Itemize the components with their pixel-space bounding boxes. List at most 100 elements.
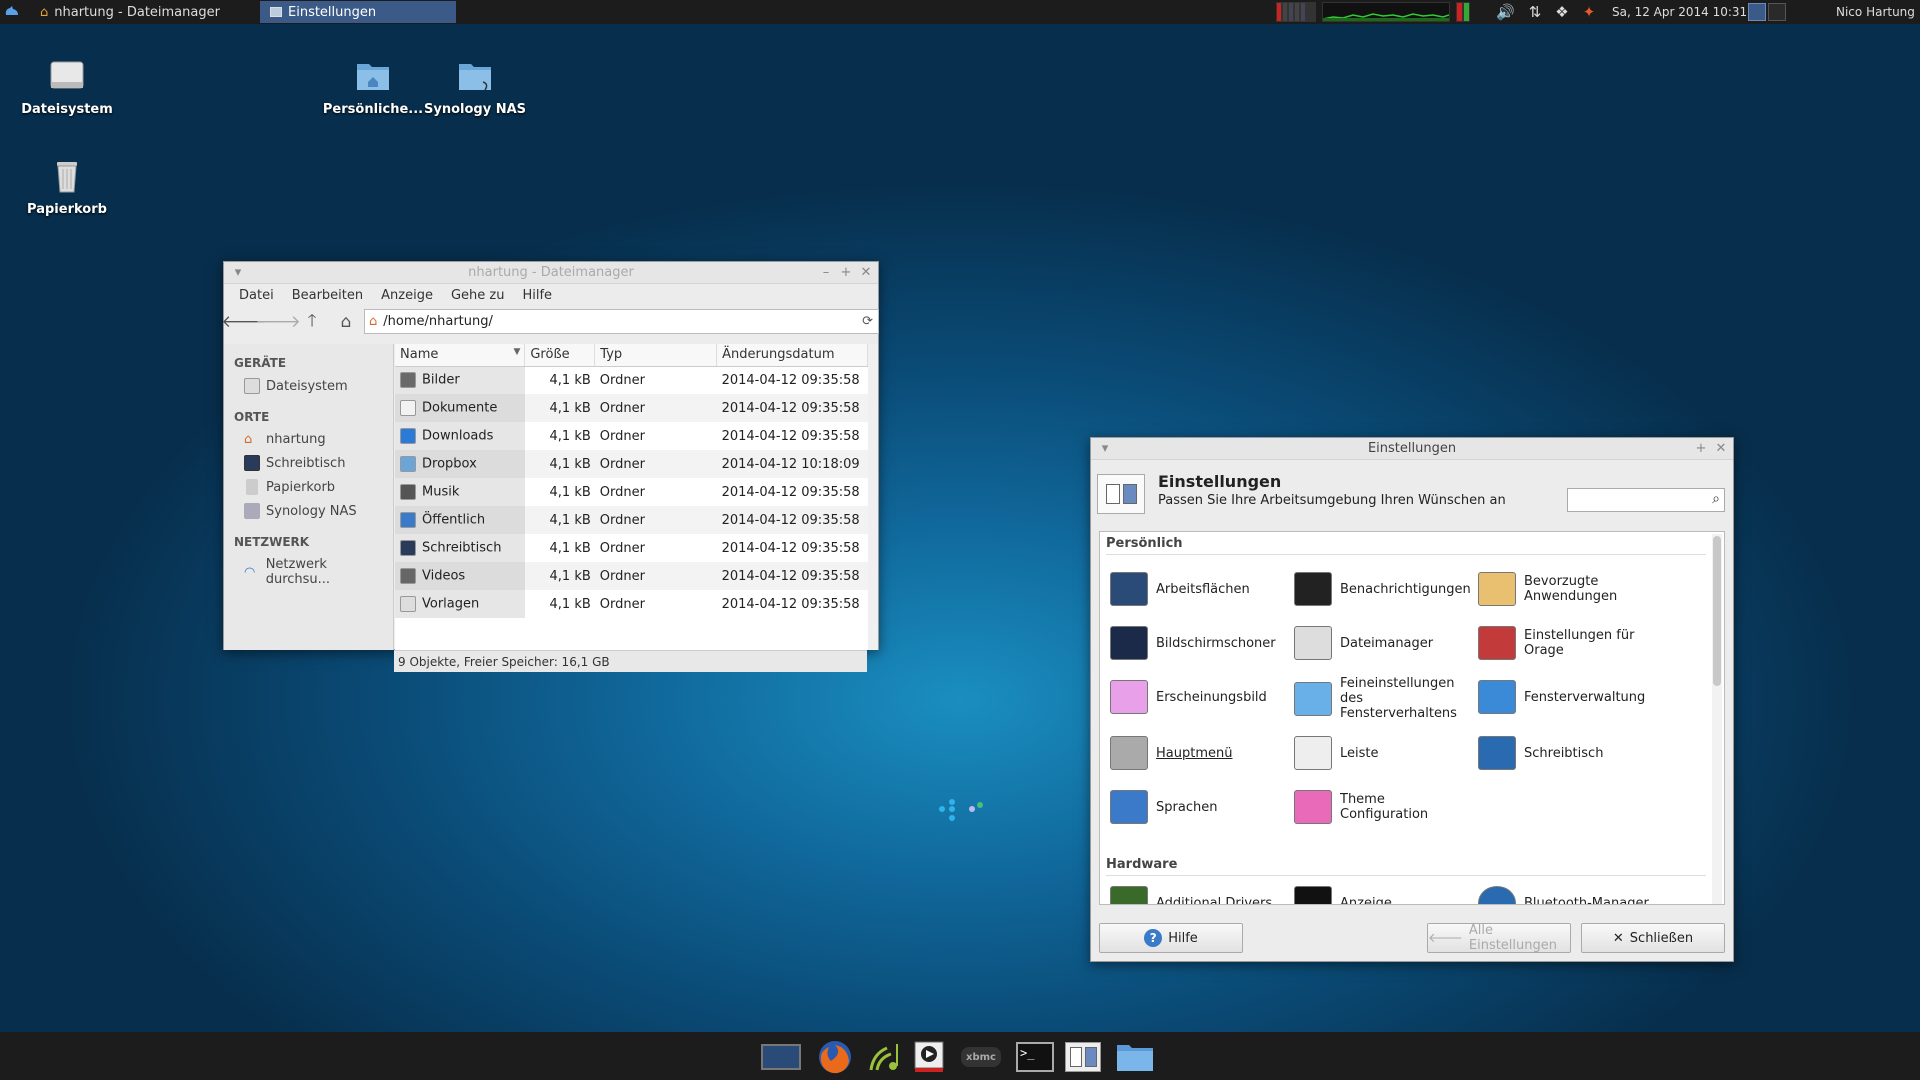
maximize-icon[interactable]: + — [838, 265, 854, 281]
workspace-1[interactable] — [1748, 3, 1766, 21]
column-header-type[interactable]: Typ — [594, 344, 718, 367]
settings-item-workspaces[interactable]: Arbeitsflächen — [1106, 568, 1286, 610]
back-arrow-icon[interactable]: 🡐 — [221, 310, 267, 334]
toolbar: 🡐 🡒 🡑 ⌂ ⌂ /home/nhartung/ ⟳ — [221, 306, 879, 338]
settings-item-label: Arbeitsflächen — [1156, 581, 1250, 597]
cpu-graph[interactable] — [1276, 2, 1316, 22]
media-player-icon[interactable] — [908, 1040, 950, 1074]
desktop-icon-synology[interactable]: Synology NAS — [420, 56, 530, 117]
home-icon[interactable]: ⌂ — [334, 310, 358, 334]
top-panel: ⌂ nhartung - Dateimanager Einstellungen … — [0, 0, 1920, 24]
folder-icon — [400, 456, 416, 472]
settings-item-screensaver[interactable]: Bildschirmschoner — [1106, 622, 1286, 664]
file-name: Schreibtisch — [422, 540, 502, 556]
close-button[interactable]: ✕ Schließen — [1581, 923, 1725, 953]
table-row[interactable]: Musik 4,1 kB Ordner 2014-04-12 09:35:58 — [395, 478, 868, 506]
workspace-2[interactable] — [1768, 3, 1786, 21]
sidebar-heading-places: ORTE — [234, 410, 270, 424]
window-menu-icon[interactable]: ▾ — [230, 265, 246, 281]
forward-arrow-icon[interactable]: 🡒 — [255, 310, 301, 334]
sidebar-item-filesystem[interactable]: Dateisystem — [224, 374, 393, 398]
settings-manager-icon[interactable] — [1062, 1040, 1104, 1074]
path-field[interactable]: ⌂ /home/nhartung/ ⟳ — [364, 309, 879, 334]
table-row[interactable]: Downloads 4,1 kB Ordner 2014-04-12 09:35:58 — [395, 422, 868, 450]
settings-item-bluetooth-manager[interactable]: Bluetooth-Manager — [1474, 882, 1654, 904]
column-header-name[interactable]: Name ▼ — [395, 344, 526, 367]
settings-item-orage[interactable]: Einstellungen für Orage — [1474, 622, 1654, 664]
settings-item-additional-drivers[interactable]: Additional Drivers — [1106, 882, 1286, 904]
firefox-icon[interactable] — [814, 1040, 856, 1074]
settings-item-display[interactable]: Anzeige — [1290, 882, 1470, 904]
settings-item-desktop[interactable]: Schreibtisch — [1474, 732, 1654, 774]
sidebar-item-home[interactable]: ⌂ nhartung — [224, 428, 393, 451]
show-desktop-icon[interactable] — [760, 1040, 802, 1074]
table-row[interactable]: Vorlagen 4,1 kB Ordner 2014-04-12 09:35:58 — [395, 590, 868, 618]
additional-drivers-icon — [1106, 882, 1152, 904]
settings-item-notifications[interactable]: Benachrichtigungen — [1290, 568, 1471, 610]
terminal-icon[interactable]: >_ — [1014, 1040, 1056, 1074]
menu-hilfe[interactable]: Hilfe — [513, 288, 561, 303]
network-graph[interactable] — [1322, 2, 1450, 22]
all-settings-button[interactable]: 🡐 Alle Einstellungen — [1427, 923, 1571, 953]
column-header-size[interactable]: Größe — [524, 344, 596, 367]
sidebar-item-browse-network[interactable]: ◠ Netzwerk durchsu... — [224, 553, 393, 591]
desktop-icon-trash[interactable]: Papierkorb — [12, 156, 122, 217]
column-header-date[interactable]: Änderungsdatum — [716, 344, 868, 367]
settings-item-filemanager[interactable]: Dateimanager — [1290, 622, 1470, 664]
settings-item-theme[interactable]: Theme Configuration — [1290, 786, 1470, 828]
maximize-icon[interactable]: + — [1693, 441, 1709, 457]
sidebar-item-trash[interactable]: Papierkorb — [224, 475, 393, 499]
settings-item-main-menu[interactable]: Hauptmenü — [1106, 732, 1286, 774]
close-icon[interactable]: ✕ — [858, 265, 874, 281]
reload-icon[interactable]: ⟳ — [862, 314, 873, 329]
settings-scrollbar[interactable] — [1712, 534, 1722, 904]
window-titlebar[interactable]: ▾ Einstellungen + ✕ — [1091, 438, 1733, 460]
workspace-switcher[interactable] — [1748, 0, 1786, 24]
scrollbar-thumb[interactable] — [1713, 536, 1721, 686]
help-icon: ? — [1144, 929, 1163, 947]
window-menu-icon[interactable]: ▾ — [1097, 441, 1113, 457]
close-icon[interactable]: ✕ — [1713, 441, 1729, 457]
memory-graph[interactable] — [1456, 2, 1470, 22]
menu-gehe-zu[interactable]: Gehe zu — [442, 288, 514, 303]
network-transfer-icon[interactable]: ⇅ — [1529, 3, 1542, 21]
menu-anzeige[interactable]: Anzeige — [372, 288, 442, 303]
user-menu[interactable]: Nico Hartung — [1836, 0, 1915, 24]
folder-icon[interactable] — [1114, 1040, 1156, 1074]
settings-item-preferred-apps[interactable]: Bevorzugte Anwendungen — [1474, 568, 1654, 610]
table-row[interactable]: Dropbox 4,1 kB Ordner 2014-04-12 10:18:09 — [395, 450, 868, 478]
clock[interactable]: Sa, 12 Apr 2014 10:31 — [1612, 0, 1747, 24]
settings-item-window-tweaks[interactable]: Feineinstellungen des Fensterverhaltens — [1290, 676, 1470, 721]
menu-datei[interactable]: Datei — [230, 288, 283, 303]
audio-player-icon[interactable] — [862, 1040, 904, 1074]
settings-item-appearance[interactable]: Erscheinungsbild — [1106, 676, 1286, 718]
table-row[interactable]: Öffentlich 4,1 kB Ordner 2014-04-12 09:35:5… — [395, 506, 868, 534]
minimize-icon[interactable]: – — [818, 265, 834, 281]
xfce-menu-icon[interactable] — [0, 1, 24, 23]
settings-item-languages[interactable]: Sprachen — [1106, 786, 1286, 828]
desktop-icon-filesystem[interactable]: Dateisystem — [12, 56, 122, 117]
redshift-icon[interactable]: ✦ — [1583, 3, 1596, 21]
table-row[interactable]: Schreibtisch 4,1 kB Ordner 2014-04-12 09:35… — [395, 534, 868, 562]
up-arrow-icon[interactable]: 🡑 — [300, 310, 324, 334]
cell-size: 4,1 kB — [524, 562, 595, 590]
table-row[interactable]: Bilder 4,1 kB Ordner 2014-04-12 09:35:58 — [395, 366, 868, 394]
table-row[interactable]: Dokumente 4,1 kB Ordner 2014-04-12 09:35:58 — [395, 394, 868, 422]
file-list-scrollbar[interactable] — [868, 344, 878, 650]
taskbar-item-filemanager[interactable]: ⌂ nhartung - Dateimanager — [30, 1, 256, 23]
sidebar-item-synology[interactable]: Synology NAS — [224, 499, 393, 523]
volume-icon[interactable]: 🔊 — [1496, 3, 1515, 21]
taskbar-item-settings[interactable]: Einstellungen — [260, 1, 456, 23]
settings-item-panel[interactable]: Leiste — [1290, 732, 1470, 774]
window-titlebar[interactable]: ▾ nhartung - Dateimanager – + ✕ — [224, 262, 878, 284]
menu-bearbeiten[interactable]: Bearbeiten — [283, 288, 372, 303]
dropbox-icon[interactable]: ❖ — [1555, 3, 1568, 21]
settings-search-input[interactable]: ⌕ — [1567, 488, 1725, 512]
settings-item-label: Fensterverwaltung — [1524, 689, 1646, 705]
table-row[interactable]: Videos 4,1 kB Ordner 2014-04-12 09:35:58 — [395, 562, 868, 590]
sidebar-item-desktop[interactable]: Schreibtisch — [224, 451, 393, 475]
settings-item-window-manager[interactable]: Fensterverwaltung — [1474, 676, 1654, 718]
xbmc-icon[interactable]: xbmc — [960, 1040, 1002, 1074]
desktop-icon-personal[interactable]: Persönliche... — [318, 56, 428, 117]
help-button[interactable]: ? Hilfe — [1099, 923, 1243, 953]
